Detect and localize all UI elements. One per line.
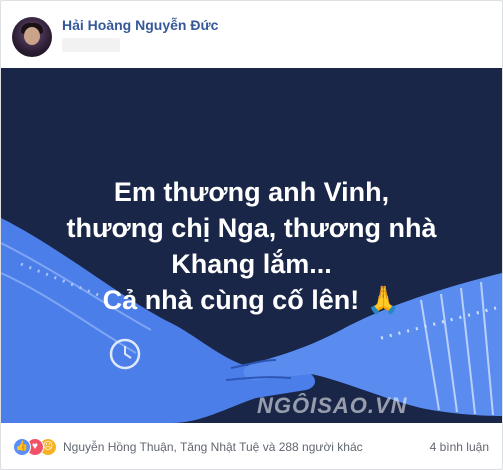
- caption-line-4: Cả nhà cùng cố lên! 🙏: [102, 285, 401, 315]
- image-caption: Em thương anh Vinh, thương chị Nga, thươ…: [1, 174, 502, 318]
- post-footer: 👍 ♥ ☹ Nguyễn Hồng Thuận, Tăng Nhật Tuệ v…: [1, 423, 502, 469]
- post-card: Hải Hoàng Nguyễn Đức Em thương anh Vinh,…: [0, 0, 503, 470]
- post-header: Hải Hoàng Nguyễn Đức: [1, 1, 502, 67]
- reactions-summary[interactable]: 👍 ♥ ☹: [13, 438, 61, 456]
- post-timestamp-redacted: [62, 38, 120, 52]
- avatar-face: [24, 27, 40, 45]
- author-avatar[interactable]: [12, 17, 52, 57]
- caption-line-3: Khang lắm...: [171, 249, 332, 279]
- like-reaction-icon: 👍: [13, 438, 31, 456]
- caption-line-2: thương chị Nga, thương nhà: [66, 213, 437, 243]
- watermark-logo: NGÔISAO.VN: [257, 393, 408, 418]
- caption-line-1: Em thương anh Vinh,: [113, 177, 390, 207]
- comments-count[interactable]: 4 bình luận: [430, 440, 489, 454]
- author-name[interactable]: Hải Hoàng Nguyễn Đức: [62, 17, 218, 33]
- reactors-list[interactable]: Nguyễn Hồng Thuận, Tăng Nhật Tuệ và 288 …: [63, 440, 363, 454]
- post-image[interactable]: Em thương anh Vinh, thương chị Nga, thươ…: [1, 68, 502, 423]
